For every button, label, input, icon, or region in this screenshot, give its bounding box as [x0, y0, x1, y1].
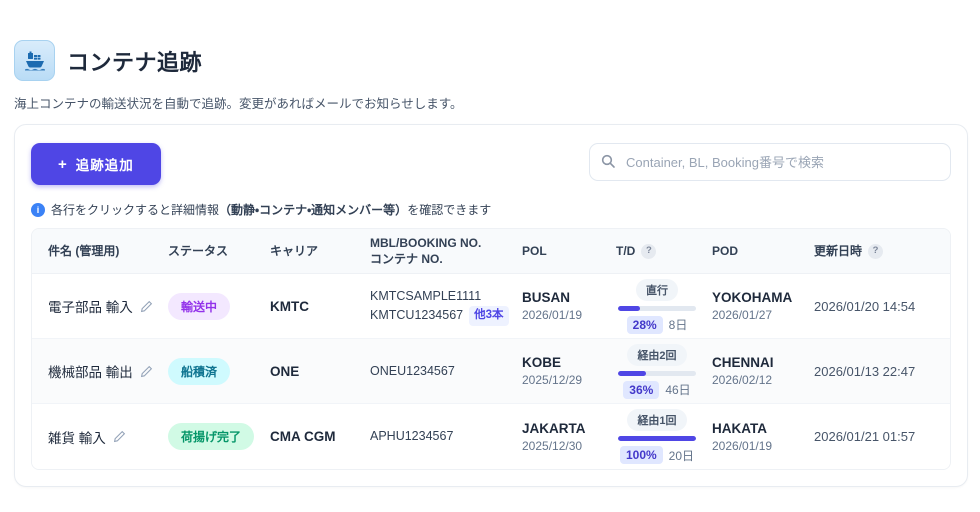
status-badge: 荷揚げ完了 — [168, 423, 255, 451]
col-header-td: T/D ? — [616, 237, 712, 265]
mbl-numbers: ONEU1234567 — [370, 363, 455, 378]
info-icon: i — [31, 202, 45, 217]
table-row[interactable]: 雑貨 輸入 荷揚げ完了 CMA CGM APHU1234567 JAKARTA — [32, 404, 950, 470]
carrier: ONE — [270, 363, 300, 379]
col-header-carrier: キャリア — [270, 244, 319, 259]
progress-percent: 36% — [623, 380, 660, 399]
page-header: コンテナ追跡 — [14, 40, 966, 81]
pod-cell: CHENNAI 2026/02/12 — [712, 355, 774, 388]
table-row[interactable]: 電子部品 輸入 輸送中 KMTC KMTCSAMPLE1111 KMTCU123… — [32, 274, 950, 340]
ship-icon — [14, 40, 55, 81]
hint-note: i 各行をクリックすると詳細情報（動静・コンテナ・通知メンバー等）を確認できます — [31, 201, 951, 218]
transit-cell: 経由2回 36% 46日 — [616, 343, 698, 399]
edit-icon[interactable] — [140, 300, 153, 313]
updated-at: 2026/01/21 01:57 — [814, 429, 916, 445]
shipment-name: 電子部品 輸入 — [48, 296, 168, 316]
page-title: コンテナ追跡 — [67, 49, 203, 75]
transit-days: 46日 — [665, 383, 691, 398]
pod-cell: HAKATA 2026/01/19 — [712, 420, 773, 453]
search-box — [589, 143, 951, 181]
route-pill: 経由1回 — [627, 409, 687, 432]
progress-bar — [618, 370, 696, 376]
col-header-pod: POD — [712, 244, 739, 259]
extra-containers-chip[interactable]: 他3本 — [469, 306, 509, 326]
transit-cell: 直行 28% 8日 — [616, 278, 698, 334]
col-header-updated: 更新日時 ? — [814, 237, 934, 265]
updated-at: 2026/01/13 22:47 — [814, 363, 916, 379]
add-tracking-label: 追跡追加 — [75, 158, 134, 173]
pol-cell: BUSAN 2026/01/19 — [522, 290, 583, 323]
carrier: KMTC — [270, 298, 309, 314]
status-badge: 輸送中 — [168, 292, 231, 320]
help-icon[interactable]: ? — [641, 243, 657, 259]
progress-bar — [618, 305, 696, 311]
col-header-name: 件名 (管理用) — [48, 244, 120, 259]
transit-days: 8日 — [668, 318, 688, 333]
transit-days: 20日 — [668, 448, 695, 463]
col-header-pol: POL — [522, 244, 547, 259]
status-badge: 船積済 — [168, 357, 231, 385]
route-pill: 直行 — [636, 278, 678, 301]
col-header-mbl: MBL/BOOKING NO. コンテナ NO. — [370, 236, 482, 267]
container-tracking-page: コンテナ追跡 海上コンテナの輸送状況を自動で追跡。変更があればメールでお知らせし… — [0, 0, 980, 488]
updated-at: 2026/01/20 14:54 — [814, 298, 916, 314]
plus-icon: + — [58, 155, 68, 173]
progress-percent: 28% — [626, 315, 663, 334]
mbl-numbers: APHU1234567 — [370, 429, 454, 444]
tracking-card: + 追跡追加 i 各行をクリックすると詳細情報（動静・コンテナ・通知メンバー等）… — [14, 124, 968, 488]
pod-cell: YOKOHAMA 2026/01/27 — [712, 290, 793, 323]
toolbar: + 追跡追加 — [31, 143, 951, 185]
help-icon[interactable]: ? — [868, 243, 884, 259]
progress-bar — [618, 436, 696, 442]
tracking-table: 件名 (管理用) ステータス キャリア MBL/BOOKING NO. コンテナ … — [31, 228, 951, 471]
shipment-name: 雑貨 輸入 — [48, 427, 168, 447]
progress-percent: 100% — [619, 446, 663, 465]
add-tracking-button[interactable]: + 追跡追加 — [31, 143, 161, 185]
shipment-name: 機械部品 輸出 — [48, 361, 168, 381]
search-icon — [601, 154, 615, 168]
edit-icon[interactable] — [140, 365, 153, 378]
carrier: CMA CGM — [270, 429, 336, 445]
page-subtitle: 海上コンテナの輸送状況を自動で追跡。変更があればメールでお知らせします。 — [14, 97, 463, 111]
mbl-numbers: KMTCSAMPLE1111 KMTCU1234567 他3本 — [370, 287, 522, 326]
transit-cell: 経由1回 100% 20日 — [616, 409, 698, 465]
route-pill: 経由2回 — [627, 343, 687, 366]
table-row[interactable]: 機械部品 輸出 船積済 ONE ONEU1234567 KOBE 2025/12… — [32, 339, 950, 405]
table-header-row: 件名 (管理用) ステータス キャリア MBL/BOOKING NO. コンテナ … — [32, 229, 950, 275]
edit-icon[interactable] — [113, 430, 126, 443]
hint-text: 各行をクリックすると詳細情報（動静・コンテナ・通知メンバー等）を確認できます — [51, 203, 492, 217]
search-input[interactable] — [589, 143, 951, 181]
pol-cell: KOBE 2025/12/29 — [522, 355, 583, 388]
col-header-status: ステータス — [168, 244, 229, 259]
pol-cell: JAKARTA 2025/12/30 — [522, 420, 586, 453]
